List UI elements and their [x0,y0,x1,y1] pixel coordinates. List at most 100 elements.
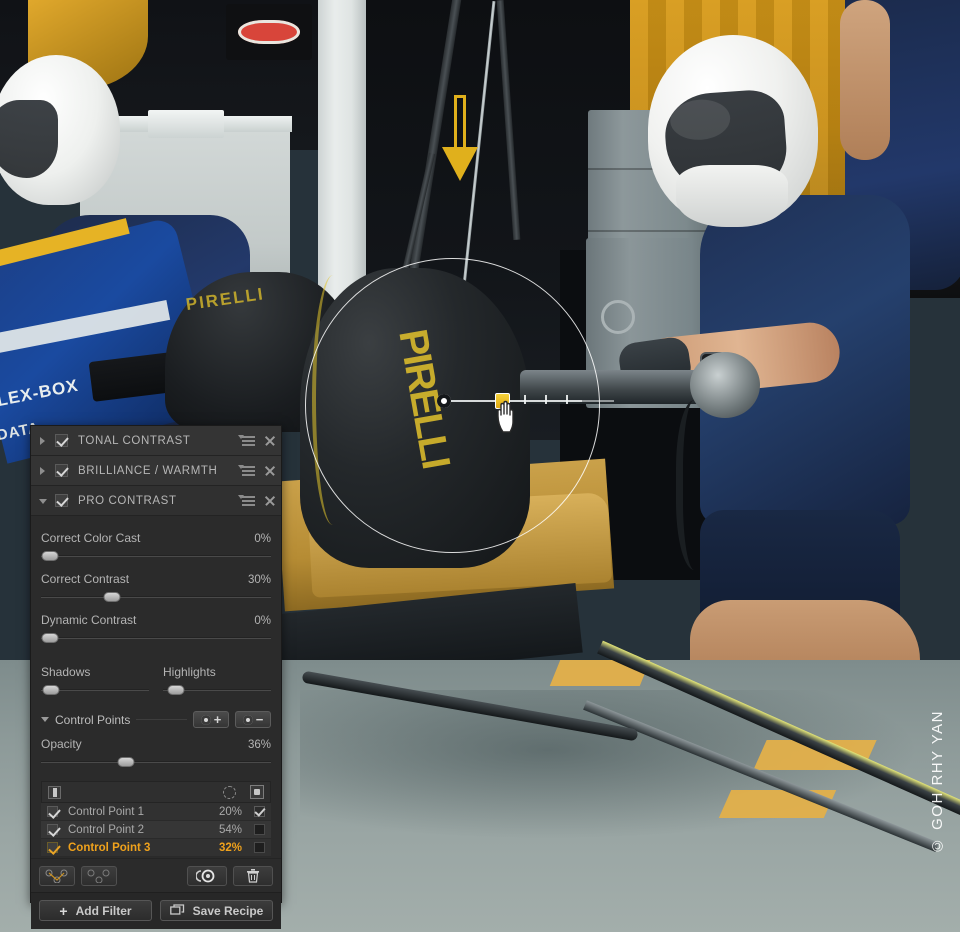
slider-thumb[interactable] [117,757,135,767]
disclosure-triangle-icon[interactable] [39,436,49,446]
photo-arrow-sign [436,95,488,187]
disclosure-triangle-icon[interactable] [39,466,49,476]
slider-correct-contrast[interactable] [41,590,271,604]
photo-paper-stack [148,110,224,138]
photo-air-hose-coil [676,400,722,570]
add-filter-label: Add Filter [75,903,132,918]
slider-shadows[interactable] [41,683,149,697]
disclosure-triangle-icon[interactable] [41,717,49,722]
slider-thumb[interactable] [41,551,59,561]
slider-name: Opacity [41,737,82,751]
slider-correct-color-cast[interactable] [41,549,271,563]
control-point-opacity: 20% [218,805,242,818]
slider-thumb[interactable] [42,685,60,695]
add-filter-button[interactable]: + Add Filter [39,900,152,921]
filter-stack-panel[interactable]: TONAL CONTRAST BRILLIANCE / WARMTH PRO C… [30,425,282,929]
save-recipe-button[interactable]: Save Recipe [160,900,273,921]
control-point-mask-checkbox[interactable] [254,824,265,835]
photo-mechanic-right-chinbar [676,165,788,227]
slider-track [41,637,271,639]
control-point-opacity: 54% [218,823,242,836]
slider-value: 36% [247,739,271,751]
disclosure-triangle-icon[interactable] [39,496,49,506]
delete-control-point-button[interactable] [233,865,273,886]
slider-label-shadows: Shadows [41,665,91,679]
control-points-section-header[interactable]: Control Points + − [41,711,271,728]
filter-row-brilliance-warmth[interactable]: BRILLIANCE / WARMTH [31,456,281,486]
slider-opacity[interactable] [41,755,271,769]
filter-enable-checkbox[interactable] [55,464,68,477]
plus-icon: + [59,902,68,919]
photo-crate-emblem [601,300,635,334]
filter-row-tonal-contrast[interactable]: TONAL CONTRAST [31,426,281,456]
control-point-enable-checkbox[interactable] [47,824,58,835]
save-recipe-label: Save Recipe [192,903,264,918]
group-control-points-button[interactable] [39,865,75,886]
photo-person-background-arm [840,0,890,160]
slider-name: Dynamic Contrast [41,613,137,627]
control-point-opacity: 32% [218,841,242,854]
photo-sponsor-logo [226,4,312,60]
filter-menu-icon[interactable] [238,495,255,506]
section-divider [136,719,187,720]
slider-thumb[interactable] [103,592,121,602]
table-row[interactable]: Control Point 1 20% [41,803,271,821]
control-point-mask-checkbox[interactable] [254,842,265,853]
filter-name: TONAL CONTRAST [78,434,191,447]
slider-label-opacity: Opacity 36% [41,737,271,751]
filter-menu-icon[interactable] [238,465,255,476]
remove-control-point-label: − [255,711,264,727]
control-point-name: Control Point 2 [68,823,145,836]
filter-body: Correct Color Cast 0% Correct Contrast 3… [31,516,281,857]
control-point-icon [200,714,211,725]
filter-menu-icon[interactable] [238,435,255,446]
filter-enable-checkbox[interactable] [55,434,68,447]
control-point-enable-checkbox[interactable] [47,842,58,853]
save-recipe-icon [169,904,184,915]
trash-icon [247,868,259,883]
slider-thumb[interactable] [167,685,185,695]
group-control-points-icon [45,869,68,883]
ungroup-control-points-icon [87,869,110,883]
close-icon[interactable] [264,495,275,506]
control-point-name: Control Point 3 [68,841,151,854]
control-point-list-header [41,781,271,803]
table-row[interactable]: Control Point 3 32% [41,839,271,857]
slider-value: 0% [254,533,271,545]
photo-watermark: © GOH RHY YAN [929,709,946,854]
slider-label-correct-color-cast: Correct Color Cast 0% [41,531,271,545]
ungroup-control-points-button[interactable] [81,865,117,886]
table-row[interactable]: Control Point 2 54% [41,821,271,839]
control-point-name: Control Point 1 [68,805,145,818]
slider-dynamic-contrast[interactable] [41,631,271,645]
slider-track [41,761,271,763]
close-icon[interactable] [264,465,275,476]
filter-row-pro-contrast[interactable]: PRO CONTRAST [31,486,281,516]
photo-mechanic-left-visor [0,100,58,178]
show-mask-icon[interactable] [250,785,264,799]
shadows-highlights-group: Shadows Highlights [41,665,271,697]
add-control-point-label: + [213,711,222,727]
show-selection-icon[interactable] [48,785,61,799]
control-points-label: Control Points [55,712,131,727]
grouping-circle-icon[interactable] [223,785,236,799]
slider-value: 0% [254,615,271,627]
add-control-point-button[interactable]: + [193,711,229,728]
slider-name: Correct Color Cast [41,531,141,545]
control-point-anchor-dot[interactable] [437,394,451,408]
slider-value: 30% [247,574,271,586]
control-point-enable-checkbox[interactable] [47,806,58,817]
control-point-toolbar [31,858,281,892]
filter-name: PRO CONTRAST [78,494,177,507]
control-point-mask-checkbox[interactable] [254,806,265,817]
remove-control-point-button[interactable]: − [235,711,271,728]
close-icon[interactable] [264,435,275,446]
duplicate-control-point-button[interactable] [187,865,227,886]
slider-name: Correct Contrast [41,572,130,586]
hand-cursor-icon [497,400,514,433]
filter-enable-checkbox[interactable] [55,494,68,507]
panel-footer: + Add Filter Save Recipe [31,892,281,929]
slider-label-dynamic-contrast: Dynamic Contrast 0% [41,613,271,627]
slider-thumb[interactable] [41,633,59,643]
slider-highlights[interactable] [163,683,271,697]
